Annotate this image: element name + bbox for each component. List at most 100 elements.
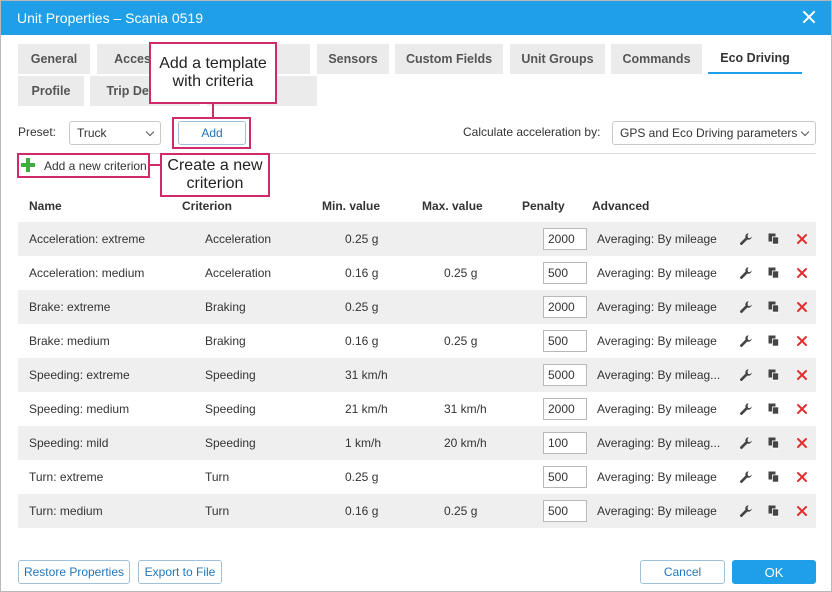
add-template-button[interactable]: Add: [178, 121, 246, 145]
tab-general[interactable]: General: [18, 44, 90, 74]
copy-icon[interactable]: [767, 232, 781, 246]
advanced-setting: Averaging: By mileag...: [597, 436, 721, 450]
criterion-name: Acceleration: medium: [29, 266, 145, 280]
tab-commands[interactable]: Commands: [611, 44, 702, 74]
close-icon[interactable]: [801, 9, 817, 25]
min-value: 0.16 g: [345, 504, 379, 518]
callout-connector: [212, 104, 214, 117]
max-value: 0.25 g: [444, 266, 478, 280]
advanced-setting: Averaging: By mileage: [597, 300, 717, 314]
advanced-setting: Averaging: By mileage: [597, 232, 717, 246]
header-criterion: Criterion: [182, 199, 233, 213]
tab-eco-driving[interactable]: Eco Driving: [708, 44, 802, 74]
penalty-input[interactable]: 5000: [543, 364, 587, 386]
table-row: Brake: extreme Braking 0.25 g 2000 Averaging…: [18, 290, 816, 324]
criterion-type: Turn: [205, 470, 230, 484]
copy-icon[interactable]: [767, 470, 781, 484]
delete-icon[interactable]: [795, 504, 809, 518]
tab-sensors[interactable]: Sensors: [317, 44, 389, 74]
wrench-icon[interactable]: [739, 504, 753, 518]
header-min-value: Min. value: [322, 199, 381, 213]
wrench-icon[interactable]: [739, 470, 753, 484]
advanced-setting: Averaging: By mileag...: [597, 368, 721, 382]
header-penalty: Penalty: [522, 199, 565, 213]
acceleration-select[interactable]: GPS and Eco Driving parameters: [612, 121, 816, 145]
delete-icon[interactable]: [795, 436, 809, 450]
cancel-button[interactable]: Cancel: [640, 560, 725, 584]
chevron-down-icon: [800, 127, 810, 137]
acceleration-value: GPS and Eco Driving parameters: [620, 126, 798, 140]
copy-icon[interactable]: [767, 300, 781, 314]
delete-icon[interactable]: [795, 334, 809, 348]
criterion-name: Speeding: mild: [29, 436, 109, 450]
export-to-file-button[interactable]: Export to File: [138, 560, 222, 584]
criterion-name: Turn: extreme: [29, 470, 104, 484]
delete-icon[interactable]: [795, 266, 809, 280]
criterion-type: Turn: [205, 504, 230, 518]
delete-icon[interactable]: [795, 232, 809, 246]
delete-icon[interactable]: [795, 470, 809, 484]
restore-properties-button[interactable]: Restore Properties: [18, 560, 130, 584]
callout-new-criterion: Create a new criterion: [160, 153, 270, 197]
penalty-input[interactable]: 500: [543, 500, 587, 522]
preset-label: Preset:: [18, 125, 57, 139]
delete-icon[interactable]: [795, 402, 809, 416]
min-value: 0.25 g: [345, 232, 379, 246]
copy-icon[interactable]: [767, 436, 781, 450]
table-row: Turn: extreme Turn 0.25 g 500 Averaging: By …: [18, 460, 816, 494]
criterion-name: Turn: medium: [29, 504, 103, 518]
penalty-input[interactable]: 500: [543, 330, 587, 352]
title-bar: Unit Properties – Scania 0519: [1, 1, 831, 35]
criterion-name: Brake: extreme: [29, 300, 111, 314]
min-value: 21 km/h: [345, 402, 388, 416]
callout-add-template: Add a template with criteria: [149, 42, 277, 104]
penalty-input[interactable]: 2000: [543, 296, 587, 318]
delete-icon[interactable]: [795, 300, 809, 314]
copy-icon[interactable]: [767, 402, 781, 416]
copy-icon[interactable]: [767, 334, 781, 348]
tab-profile[interactable]: Profile: [18, 76, 84, 106]
tab-custom-fields[interactable]: Custom Fields: [395, 44, 503, 74]
criterion-name: Brake: medium: [29, 334, 110, 348]
table-row: Speeding: mild Speeding 1 km/h 20 km/h 100 Av…: [18, 426, 816, 460]
header-max-value: Max. value: [422, 199, 483, 213]
penalty-input[interactable]: 100: [543, 432, 587, 454]
ok-button[interactable]: OK: [732, 560, 816, 584]
max-value: 0.25 g: [444, 334, 478, 348]
add-criterion-link[interactable]: Add a new criterion: [44, 159, 147, 173]
penalty-input[interactable]: 500: [543, 466, 587, 488]
penalty-input[interactable]: 2000: [543, 398, 587, 420]
tab-unit-groups[interactable]: Unit Groups: [510, 44, 605, 74]
max-value: 0.25 g: [444, 504, 478, 518]
criterion-name: Speeding: medium: [29, 402, 130, 416]
advanced-setting: Averaging: By mileage: [597, 334, 717, 348]
advanced-setting: Averaging: By mileage: [597, 402, 717, 416]
criterion-type: Speeding: [205, 402, 256, 416]
copy-icon[interactable]: [767, 266, 781, 280]
delete-icon[interactable]: [795, 368, 809, 382]
wrench-icon[interactable]: [739, 266, 753, 280]
plus-icon[interactable]: [21, 158, 35, 172]
unit-properties-dialog: Unit Properties – Scania 0519 General Ac…: [0, 0, 832, 592]
header-name: Name: [29, 199, 62, 213]
max-value: 20 km/h: [444, 436, 487, 450]
min-value: 0.16 g: [345, 334, 379, 348]
min-value: 0.16 g: [345, 266, 379, 280]
preset-select[interactable]: Truck: [69, 121, 161, 145]
table-row: Speeding: extreme Speeding 31 km/h 5000 Aver…: [18, 358, 816, 392]
wrench-icon[interactable]: [739, 300, 753, 314]
copy-icon[interactable]: [767, 504, 781, 518]
advanced-setting: Averaging: By mileage: [597, 470, 717, 484]
max-value: 31 km/h: [444, 402, 487, 416]
criterion-name: Acceleration: extreme: [29, 232, 146, 246]
criterion-type: Acceleration: [205, 232, 272, 246]
wrench-icon[interactable]: [739, 232, 753, 246]
wrench-icon[interactable]: [739, 436, 753, 450]
wrench-icon[interactable]: [739, 368, 753, 382]
penalty-input[interactable]: 500: [543, 262, 587, 284]
acceleration-label: Calculate acceleration by:: [463, 125, 601, 139]
wrench-icon[interactable]: [739, 334, 753, 348]
penalty-input[interactable]: 2000: [543, 228, 587, 250]
copy-icon[interactable]: [767, 368, 781, 382]
wrench-icon[interactable]: [739, 402, 753, 416]
